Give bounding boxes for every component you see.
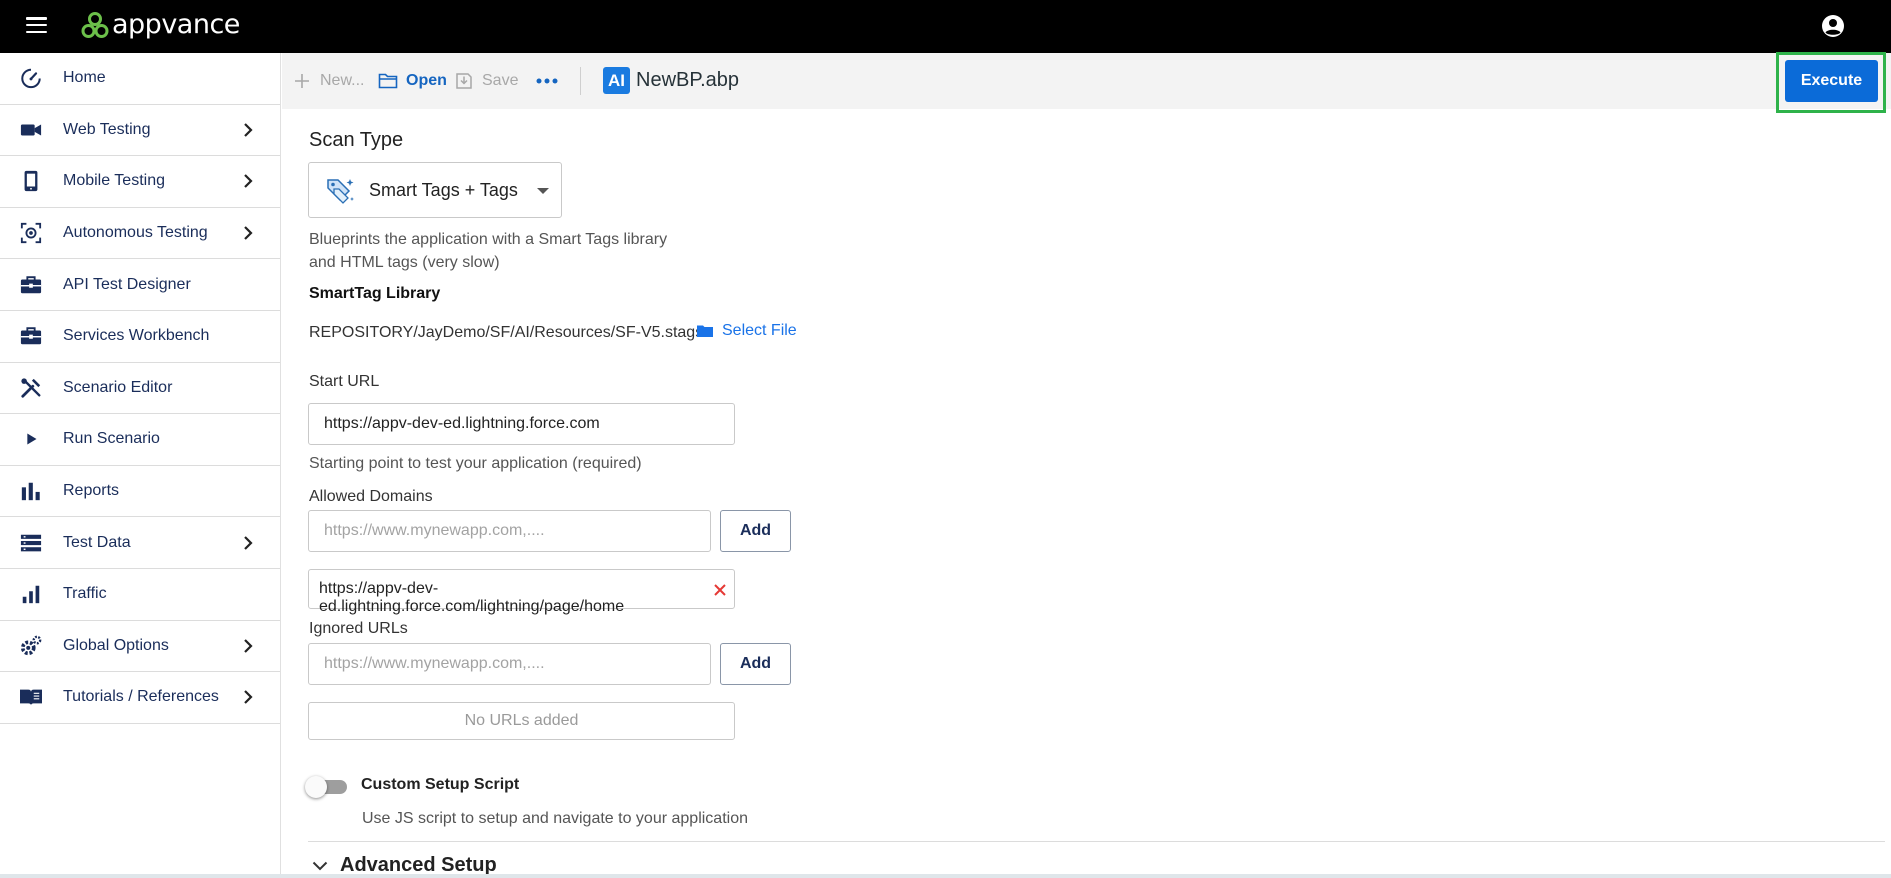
sidebar-item-label: Global Options	[63, 636, 169, 654]
smarttag-library-title: SmartTag Library	[309, 285, 441, 302]
allowed-domains-input[interactable]	[308, 510, 711, 552]
toggle-knob	[305, 776, 327, 798]
toolbar: New... Open Save AI NewBP.abp	[282, 53, 1891, 109]
sidebar-item-label: Services Workbench	[63, 327, 210, 345]
top-bar: appvance	[0, 0, 1891, 53]
sidebar-item-scenario-editor[interactable]: Scenario Editor	[0, 363, 280, 415]
smart-tags-icon	[327, 179, 354, 204]
logo-mark-icon	[81, 12, 109, 38]
open-button[interactable]: Open	[378, 71, 447, 91]
ignored-urls-input[interactable]	[308, 643, 711, 685]
start-url-label: Start URL	[309, 373, 380, 390]
ignored-urls-add-button[interactable]: Add	[720, 643, 791, 685]
sidebar-item-reports[interactable]: Reports	[0, 466, 280, 518]
app-logo[interactable]: appvance	[80, 9, 240, 43]
book-icon	[19, 685, 43, 709]
dropdown-caret-icon	[537, 188, 549, 194]
smartphone-icon	[19, 169, 43, 193]
sidebar-item-mobile-testing[interactable]: Mobile Testing	[0, 156, 280, 208]
remove-icon[interactable]	[712, 582, 728, 598]
allowed-domain-value: https://appv-dev-ed.lightning.force.com/…	[319, 580, 625, 615]
scan-type-description: Blueprints the application with a Smart …	[309, 231, 668, 271]
section-divider	[308, 841, 1885, 842]
play-icon	[19, 427, 43, 451]
scan-type-title: Scan Type	[309, 129, 404, 151]
sidebar-item-label: Autonomous Testing	[63, 224, 208, 242]
hamburger-menu-icon[interactable]	[26, 17, 47, 34]
sidebar: Home Web Testing Mobile Testing Autonomo…	[0, 53, 281, 878]
sidebar-item-label: Tutorials / References	[63, 688, 219, 706]
sidebar-item-label: Web Testing	[63, 120, 151, 138]
chevron-right-icon	[244, 226, 253, 240]
bar-chart-icon	[19, 479, 43, 503]
custom-setup-script-title: Custom Setup Script	[361, 776, 520, 793]
custom-setup-script-toggle[interactable]	[305, 775, 349, 799]
sidebar-item-global-options[interactable]: Global Options	[0, 621, 280, 673]
allowed-domains-add-button[interactable]: Add	[720, 510, 791, 552]
start-url-input[interactable]	[308, 403, 735, 445]
custom-setup-script-description: Use JS script to setup and navigate to y…	[362, 810, 748, 827]
ignored-urls-empty: No URLs added	[308, 702, 735, 740]
open-label: Open	[406, 72, 447, 89]
tools-icon	[19, 376, 43, 400]
video-camera-icon	[19, 118, 43, 142]
briefcase-icon	[19, 273, 43, 297]
select-file-label: Select File	[722, 322, 797, 339]
plus-icon	[292, 71, 312, 91]
speedometer-icon	[19, 66, 43, 90]
sidebar-item-label: API Test Designer	[63, 275, 191, 293]
chevron-right-icon	[244, 535, 253, 550]
sidebar-item-label: Scenario Editor	[63, 378, 173, 396]
folder-icon	[697, 325, 713, 337]
save-icon	[454, 71, 474, 91]
sidebar-item-label: Traffic	[63, 585, 107, 603]
sidebar-item-home[interactable]: Home	[0, 53, 280, 105]
sidebar-item-label: Home	[63, 69, 106, 87]
sidebar-item-traffic[interactable]: Traffic	[0, 569, 280, 621]
sidebar-item-label: Reports	[63, 482, 120, 500]
toolbar-divider	[580, 67, 581, 95]
new-button[interactable]: New...	[292, 71, 364, 91]
sidebar-item-test-data[interactable]: Test Data	[0, 517, 280, 569]
scan-type-select[interactable]: Smart Tags + Tags	[308, 162, 562, 218]
chevron-down-icon	[312, 861, 328, 870]
smarttag-library-path: REPOSITORY/JayDemo/SF/AI/Resources/SF-V5…	[309, 324, 704, 341]
select-file-button[interactable]: Select File	[697, 322, 797, 340]
file-type-badge: AI	[603, 67, 630, 94]
account-circle-icon[interactable]	[1821, 14, 1845, 38]
bottom-scroll-strip	[0, 874, 1891, 878]
file-name: NewBP.abp	[636, 69, 740, 91]
sidebar-item-label: Run Scenario	[63, 430, 160, 448]
chevron-right-icon	[244, 690, 253, 705]
sidebar-item-autonomous-testing[interactable]: Autonomous Testing	[0, 208, 280, 260]
ignored-urls-label: Ignored URLs	[309, 620, 408, 637]
new-label: New...	[320, 72, 365, 89]
execute-button[interactable]: Execute	[1785, 60, 1878, 102]
sidebar-item-services-workbench[interactable]: Services Workbench	[0, 311, 280, 363]
sidebar-item-run-scenario[interactable]: Run Scenario	[0, 414, 280, 466]
main-content: Scan Type Smart Tags + Tags Blueprints t…	[282, 109, 1891, 878]
save-label: Save	[482, 72, 519, 89]
allowed-domains-label: Allowed Domains	[309, 488, 433, 505]
list-icon	[19, 531, 43, 555]
sidebar-item-label: Mobile Testing	[63, 172, 165, 190]
chevron-right-icon	[244, 639, 253, 653]
logo-text: appvance	[112, 8, 240, 40]
briefcase-icon	[19, 324, 43, 348]
allowed-domain-entry: https://appv-dev-ed.lightning.force.com/…	[308, 569, 735, 615]
sidebar-item-web-testing[interactable]: Web Testing	[0, 105, 280, 157]
save-button[interactable]: Save	[454, 71, 518, 91]
sidebar-item-tutorials-references[interactable]: Tutorials / References	[0, 672, 280, 724]
start-url-help: Starting point to test your application …	[309, 455, 642, 472]
scan-type-value: Smart Tags + Tags	[369, 180, 518, 200]
signal-bars-icon	[19, 582, 43, 606]
chevron-right-icon	[244, 123, 253, 137]
gears-icon	[19, 634, 43, 658]
more-horizontal-icon[interactable]	[535, 73, 559, 89]
ai-scan-icon	[19, 221, 43, 245]
sidebar-item-api-test-designer[interactable]: API Test Designer	[0, 259, 280, 311]
chevron-right-icon	[244, 174, 253, 189]
folder-open-icon	[378, 71, 398, 91]
sidebar-item-label: Test Data	[63, 533, 131, 551]
